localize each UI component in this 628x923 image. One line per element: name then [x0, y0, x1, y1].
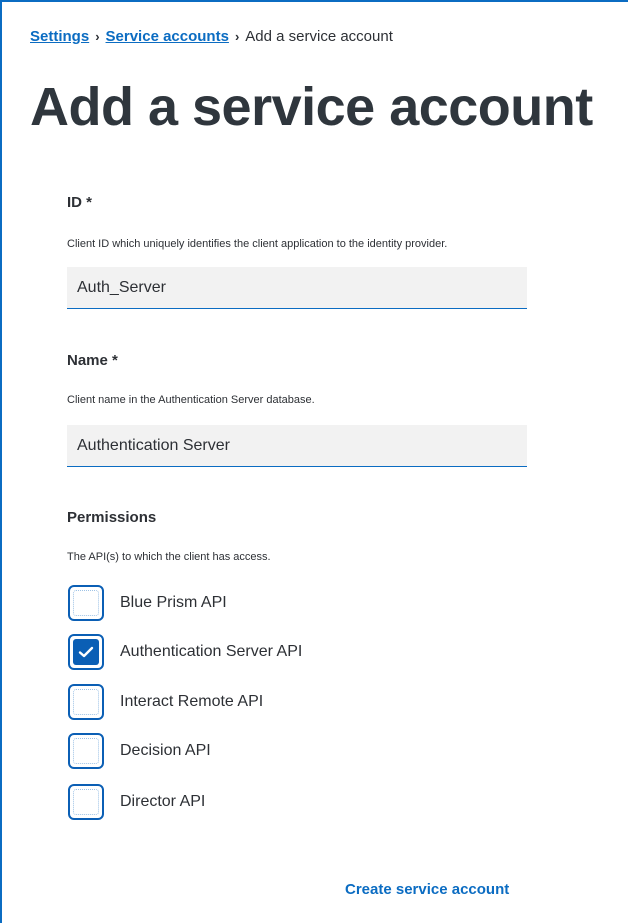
id-field[interactable]: [67, 267, 527, 309]
checkbox-label: Blue Prism API: [120, 594, 227, 611]
create-service-account-button[interactable]: Create service account: [345, 881, 509, 898]
checkbox-fill: [73, 639, 99, 665]
checkbox[interactable]: [68, 784, 104, 820]
checkbox-checked[interactable]: [68, 634, 104, 670]
checkmark-icon: [78, 646, 94, 658]
checkbox-label: Director API: [120, 793, 206, 810]
checkbox-label: Authentication Server API: [120, 643, 303, 660]
name-field[interactable]: [67, 425, 527, 467]
checkbox[interactable]: [68, 585, 104, 621]
checkbox[interactable]: [68, 733, 104, 769]
page-frame: Settings › Service accounts › Add a service …: [0, 0, 628, 923]
checkbox[interactable]: [68, 684, 104, 720]
permission-row-blue-prism-api[interactable]: Blue Prism API: [68, 585, 227, 621]
chevron-right-icon: ›: [95, 29, 100, 44]
breadcrumb-link-settings[interactable]: Settings: [30, 28, 89, 45]
checkbox-label: Interact Remote API: [120, 693, 264, 710]
breadcrumb-current: Add a service account: [245, 28, 393, 45]
permission-row-interact-remote-api[interactable]: Interact Remote API: [68, 684, 263, 720]
checkbox-label: Decision API: [120, 742, 211, 759]
id-field-label: ID *: [67, 194, 93, 211]
permission-row-decision-api[interactable]: Decision API: [68, 733, 211, 769]
permissions-help: The API(s) to which the client has acces…: [67, 551, 271, 563]
breadcrumb: Settings › Service accounts › Add a service …: [30, 28, 393, 45]
page-title: Add a service account: [30, 77, 593, 137]
chevron-right-icon: ›: [234, 29, 240, 44]
permission-row-authentication-server-api[interactable]: Authentication Server API: [68, 634, 302, 670]
breadcrumb-link-service-accounts[interactable]: Service accounts: [106, 28, 229, 45]
name-field-label: Name *: [67, 352, 118, 369]
id-field-help: Client ID which uniquely identifies the …: [67, 238, 448, 250]
permission-row-director-api[interactable]: Director API: [68, 784, 205, 820]
permissions-label: Permissions: [67, 509, 157, 526]
name-field-help: Client name in the Authentication Server…: [67, 394, 315, 406]
